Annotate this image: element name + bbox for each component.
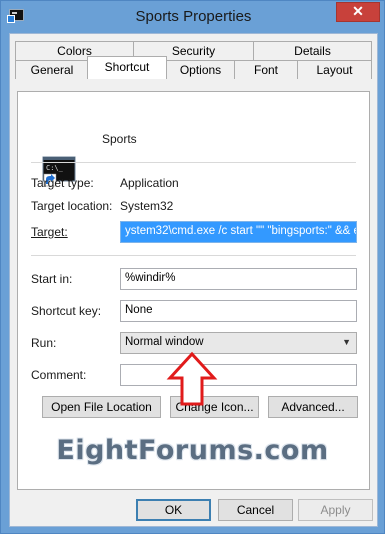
ok-button[interactable]: OK <box>136 499 211 521</box>
target-location-label: Target location: <box>31 199 113 213</box>
tab-details[interactable]: Details <box>253 41 372 60</box>
target-input[interactable]: ystem32\cmd.exe /c start "" "bingsports:… <box>120 221 357 243</box>
start-in-label: Start in: <box>31 272 73 286</box>
close-button[interactable]: ✕ <box>336 2 380 22</box>
run-select-value: Normal window <box>125 336 204 348</box>
window-title: Sports Properties <box>135 8 252 25</box>
run-label: Run: <box>31 336 57 350</box>
watermark: EightForums.com <box>56 435 329 466</box>
target-type-label: Target type: <box>31 176 94 190</box>
separator <box>31 255 356 256</box>
open-file-location-button[interactable]: Open File Location <box>42 396 161 418</box>
shortcut-tab-panel: C:\_ Sports Target type: Application Tar… <box>17 91 370 490</box>
shortcut-key-label: Shortcut key: <box>31 304 102 318</box>
svg-text:C:\_: C:\_ <box>46 164 64 172</box>
tab-layout[interactable]: Layout <box>297 60 372 79</box>
tab-options[interactable]: Options <box>166 60 235 79</box>
target-type-value: Application <box>120 176 179 190</box>
comment-label: Comment: <box>31 368 87 382</box>
cancel-button[interactable]: Cancel <box>218 499 293 521</box>
target-label: Target: <box>31 225 68 239</box>
red-up-arrow-icon <box>166 351 218 406</box>
advanced-button[interactable]: Advanced... <box>268 396 358 418</box>
start-in-input[interactable]: %windir% <box>120 268 357 290</box>
tab-shortcut[interactable]: Shortcut <box>87 56 167 79</box>
tab-font[interactable]: Font <box>234 60 298 79</box>
run-select[interactable]: Normal window ▼ <box>120 332 357 354</box>
separator <box>31 162 356 163</box>
target-location-value: System32 <box>120 199 174 213</box>
apply-button[interactable]: Apply <box>298 499 373 521</box>
comment-input[interactable] <box>120 364 357 386</box>
shortcut-key-input[interactable]: None <box>120 300 357 322</box>
title-bar[interactable]: Sports Properties ✕ <box>1 1 385 33</box>
chevron-down-icon: ▼ <box>342 337 351 347</box>
shortcut-name: Sports <box>102 132 137 146</box>
tab-general[interactable]: General <box>15 60 89 79</box>
